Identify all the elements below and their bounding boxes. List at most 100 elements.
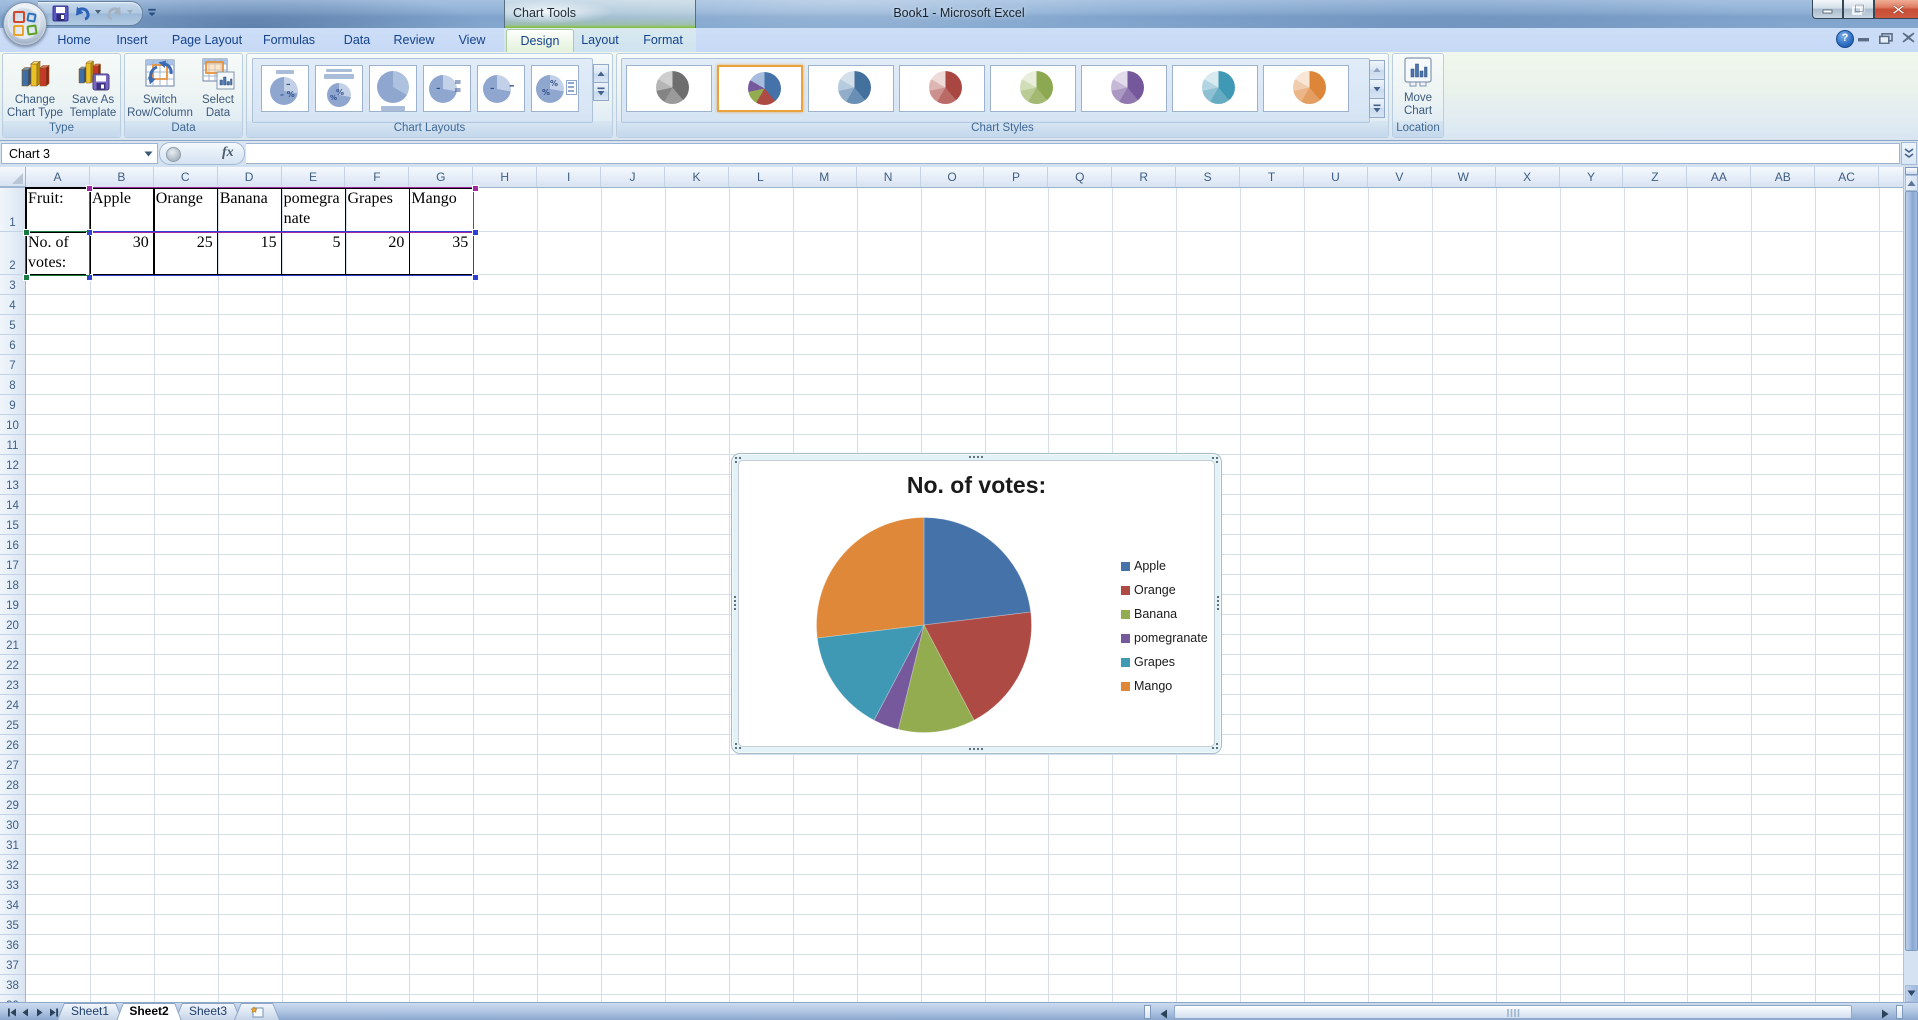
save-as-template-button[interactable]: Save AsTemplate [65,56,121,120]
column-header-E[interactable]: E [282,167,346,187]
legend-item-Apple[interactable]: Apple [1121,559,1166,573]
column-header-D[interactable]: D [218,167,282,187]
row-header-12[interactable]: 12 [0,455,25,475]
row-header-37[interactable]: 37 [0,955,25,975]
column-header-S[interactable]: S [1176,167,1240,187]
vertical-scroll-thumb[interactable] [1905,191,1918,951]
row-header-26[interactable]: 26 [0,735,25,755]
column-header-P[interactable]: P [985,167,1049,187]
select-data-button[interactable]: SelectData [195,56,241,120]
legend-item-Banana[interactable]: Banana [1121,607,1177,621]
row-header-7[interactable]: 7 [0,355,25,375]
column-header-Q[interactable]: Q [1048,167,1112,187]
chart-layout-thumb-4[interactable]: ==– [423,65,471,112]
name-box[interactable]: Chart 3 [1,143,158,164]
row-header-32[interactable]: 32 [0,855,25,875]
next-sheet-icon[interactable] [33,1006,46,1019]
legend-item-Mango[interactable]: Mango [1121,679,1172,693]
pie-slice-Mango[interactable] [816,518,924,638]
column-header-H[interactable]: H [473,167,537,187]
tab-layout[interactable]: Layout [570,29,630,52]
row-header-35[interactable]: 35 [0,915,25,935]
chart-style-thumb-1[interactable] [626,65,712,112]
row-header-29[interactable]: 29 [0,795,25,815]
tab-data[interactable]: Data [333,29,381,52]
workbook-close-icon[interactable] [1902,32,1915,43]
tab-page-layout[interactable]: Page Layout [160,29,254,52]
column-header-V[interactable]: V [1368,167,1432,187]
sheet-tab-sheet1[interactable]: Sheet1 [57,1003,123,1020]
column-header-K[interactable]: K [665,167,729,187]
row-header-2[interactable]: 2 [0,232,25,275]
tab-insert[interactable]: Insert [109,29,155,52]
scroll-left-icon[interactable] [1157,1007,1170,1020]
row-header-14[interactable]: 14 [0,495,25,515]
tab-review[interactable]: Review [381,29,447,52]
row-header-33[interactable]: 33 [0,875,25,895]
gallery-scroll-up-icon[interactable] [593,64,609,83]
column-header-O[interactable]: O [921,167,985,187]
column-header-Z[interactable]: Z [1624,167,1688,187]
column-header-L[interactable]: L [729,167,793,187]
column-header-AA[interactable]: AA [1687,167,1751,187]
row-header-30[interactable]: 30 [0,815,25,835]
column-header-I[interactable]: I [537,167,601,187]
chart-layout-thumb-5[interactable]: –– [477,65,525,112]
minimize-button[interactable] [1812,0,1843,19]
office-button[interactable] [3,2,47,46]
workbook-restore-icon[interactable] [1879,33,1893,44]
name-box-dropdown-icon[interactable] [141,145,156,162]
row-header-4[interactable]: 4 [0,295,25,315]
insert-worksheet-tab[interactable] [234,1003,280,1020]
first-sheet-icon[interactable] [5,1006,18,1019]
gallery-scroll-down-icon[interactable] [1369,79,1385,99]
scroll-right-icon[interactable] [1878,1007,1891,1020]
row-header-5[interactable]: 5 [0,315,25,335]
row-header-18[interactable]: 18 [0,575,25,595]
horizontal-scroll-thumb[interactable] [1174,1005,1852,1019]
tab-design[interactable]: Design [506,29,574,53]
row-header-24[interactable]: 24 [0,695,25,715]
row-header-17[interactable]: 17 [0,555,25,575]
row-header-23[interactable]: 23 [0,675,25,695]
help-icon[interactable]: ? [1836,30,1854,48]
undo-dropdown-icon[interactable] [94,9,102,15]
column-header-T[interactable]: T [1240,167,1304,187]
row-header-34[interactable]: 34 [0,895,25,915]
row-header-9[interactable]: 9 [0,395,25,415]
row-header-38[interactable]: 38 [0,975,25,995]
column-header-F[interactable]: F [346,167,410,187]
column-header-AC[interactable]: AC [1815,167,1879,187]
column-header-B[interactable]: B [90,167,154,187]
row-header-8[interactable]: 8 [0,375,25,395]
row-header-39[interactable]: 39 [0,995,25,1002]
gallery-more-icon[interactable] [1369,98,1385,118]
row-header-13[interactable]: 13 [0,475,25,495]
chart-layout-thumb-3[interactable] [369,65,417,112]
row-header-11[interactable]: 11 [0,435,25,455]
column-header-N[interactable]: N [857,167,921,187]
row-header-22[interactable]: 22 [0,655,25,675]
row-header-31[interactable]: 31 [0,835,25,855]
change-chart-type-button[interactable]: ChangeChart Type [7,56,63,120]
chart-object[interactable]: No. of votes: AppleOrangeBananapomegrana… [731,453,1222,754]
pie-slice-Apple[interactable] [924,518,1031,626]
legend-item-Grapes[interactable]: Grapes [1121,655,1175,669]
horizontal-split-handle[interactable] [1896,1005,1903,1019]
expand-formula-bar-icon[interactable] [1901,142,1917,165]
scroll-up-icon[interactable] [1905,175,1918,191]
scroll-down-icon[interactable] [1905,985,1918,1002]
column-header-X[interactable]: X [1496,167,1560,187]
tab-home[interactable]: Home [52,29,96,52]
chart-layout-thumb-6[interactable]: %% [531,65,579,112]
undo-icon[interactable] [74,5,91,21]
row-header-19[interactable]: 19 [0,595,25,615]
row-header-25[interactable]: 25 [0,715,25,735]
customize-quick-access-icon[interactable] [146,7,158,18]
select-all-corner[interactable] [0,167,26,187]
move-chart-button[interactable]: MoveChart [1395,56,1441,118]
cell-A1[interactable]: Fruit: [28,189,88,231]
gallery-scroll-up-icon[interactable] [1369,60,1385,80]
maximize-button[interactable] [1843,0,1874,19]
row-header-3[interactable]: 3 [0,275,25,295]
